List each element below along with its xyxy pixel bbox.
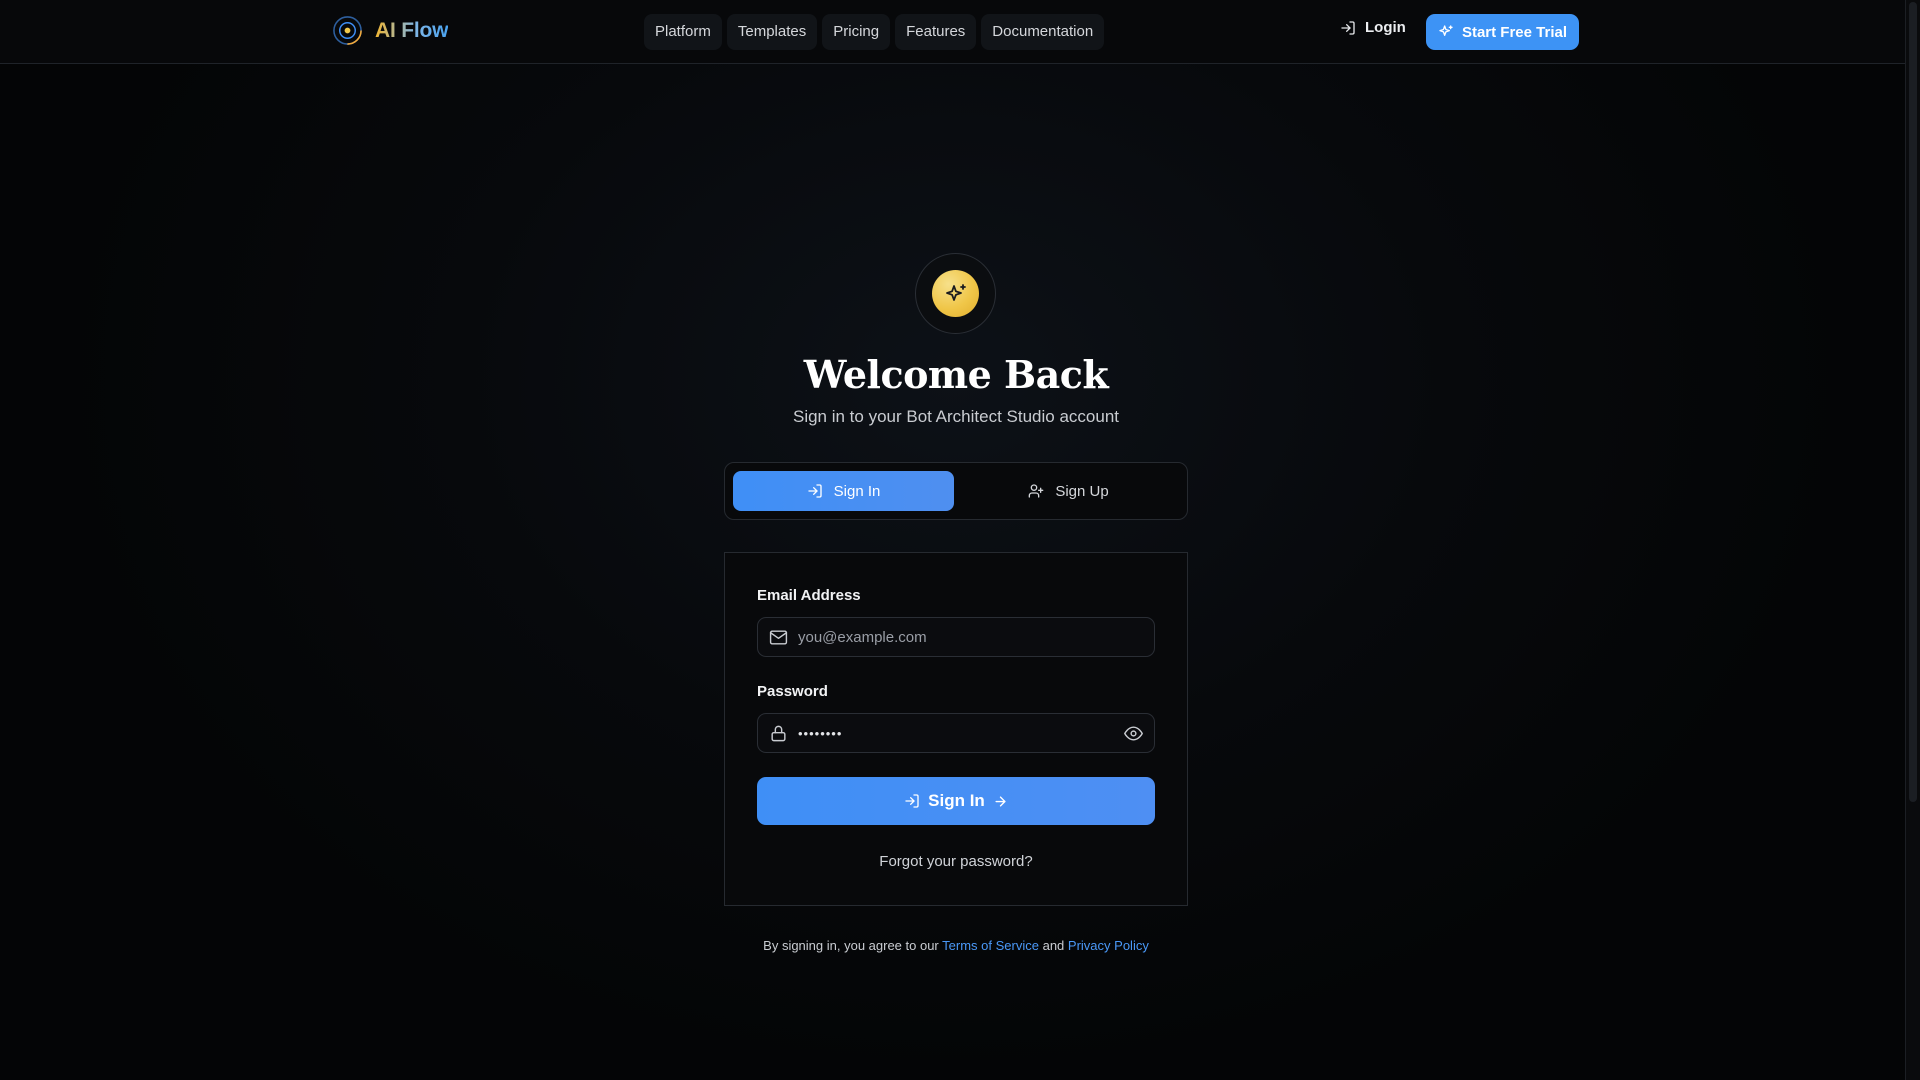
login-label: Login (1365, 19, 1406, 36)
nav-item-pricing[interactable]: Pricing (822, 14, 891, 50)
nav-item-documentation[interactable]: Documentation (981, 14, 1105, 50)
eye-icon[interactable] (1124, 724, 1143, 743)
nav-item-platform[interactable]: Platform (644, 14, 722, 50)
orbit-logo-icon (332, 15, 363, 46)
email-field[interactable] (798, 628, 1098, 646)
password-field-wrapper[interactable] (757, 713, 1155, 753)
brand-name: AI Flow (375, 18, 449, 42)
main-nav: Platform Templates Pricing Features Docu… (644, 14, 1105, 50)
user-plus-icon (1028, 483, 1044, 499)
brand[interactable]: AI Flow (332, 15, 448, 46)
privacy-policy-link[interactable]: Privacy Policy (1068, 938, 1149, 953)
page-subtitle: Sign in to your Bot Architect Studio acc… (792, 407, 1120, 426)
mail-icon (769, 628, 788, 647)
scrollbar-thumb[interactable] (1909, 2, 1917, 802)
legal-notice: By signing in, you agree to our Terms of… (0, 938, 1912, 953)
page-title: Welcome Back (803, 352, 1109, 397)
legal-prefix: By signing in, you agree to our (763, 938, 939, 953)
sign-in-form: Email Address Password Sign In (724, 552, 1188, 906)
sparkles-icon (944, 282, 968, 306)
start-free-trial-label: Start Free Trial (1461, 23, 1568, 41)
log-in-icon (807, 483, 823, 499)
sparkles-icon (1438, 24, 1454, 40)
log-in-icon (904, 793, 920, 809)
log-in-icon (1340, 20, 1356, 36)
email-label: Email Address (757, 587, 861, 604)
auth-tabs: Sign In Sign Up (724, 462, 1188, 520)
arrow-right-icon (993, 794, 1008, 809)
terms-of-service-link[interactable]: Terms of Service (942, 938, 1039, 953)
password-label: Password (757, 683, 828, 700)
forgot-password-link[interactable]: Forgot your password? (725, 853, 1187, 870)
password-field[interactable] (798, 725, 1098, 741)
email-field-wrapper[interactable] (757, 617, 1155, 657)
tab-sign-up[interactable]: Sign Up (958, 471, 1179, 511)
login-link[interactable]: Login (1340, 19, 1406, 36)
sign-in-submit-button[interactable]: Sign In (757, 777, 1155, 825)
tab-sign-in[interactable]: Sign In (733, 471, 954, 511)
sign-in-submit-label: Sign In (928, 791, 985, 810)
hero-badge (915, 253, 996, 334)
scrollbar[interactable] (1905, 0, 1920, 1080)
nav-item-templates[interactable]: Templates (726, 14, 818, 50)
legal-and: and (1042, 938, 1065, 953)
start-free-trial-button[interactable]: Start Free Trial (1426, 14, 1579, 50)
tab-sign-in-label: Sign In (833, 482, 881, 500)
nav-item-features[interactable]: Features (895, 14, 977, 50)
tab-sign-up-label: Sign Up (1055, 482, 1109, 500)
top-navbar: AI Flow Platform Templates Pricing Featu… (0, 0, 1905, 64)
hero-icon-circle (932, 270, 979, 317)
lock-icon (769, 724, 788, 743)
